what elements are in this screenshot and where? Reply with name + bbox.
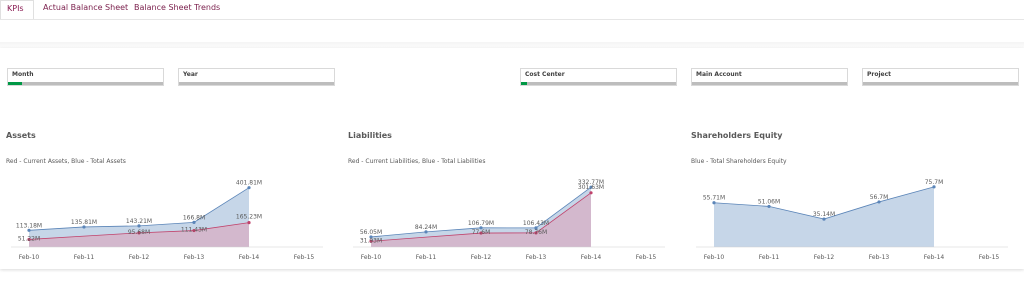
data-label: 75.7M (925, 179, 944, 186)
filter-selected-fill (8, 82, 22, 85)
x-tick-label: Feb-14 (581, 254, 602, 261)
equity-subtitle: Blue - Total Shareholders Equity (691, 158, 787, 165)
tab-kpis[interactable]: KPIs (0, 0, 34, 20)
data-label: 95.68M (128, 229, 150, 236)
x-tick-label: Feb-15 (979, 254, 1000, 261)
data-label: 111.43M (181, 227, 207, 234)
filter-label: Cost Center (525, 71, 565, 78)
x-tick-label: Feb-13 (869, 254, 890, 261)
filter-state-bar (179, 82, 334, 85)
x-tick-label: Feb-10 (361, 254, 382, 261)
filter-project[interactable]: Project (862, 68, 1019, 86)
x-tick-label: Feb-11 (74, 254, 95, 261)
filter-label: Main Account (696, 71, 742, 78)
filter-label: Year (183, 71, 198, 78)
liabilities-title: Liabilities (348, 131, 392, 140)
x-tick-label: Feb-13 (526, 254, 547, 261)
filter-selected-fill (521, 82, 528, 85)
data-label: 165.23M (236, 214, 262, 221)
filter-state-bar (8, 82, 163, 85)
sheet-tabs: KPIs Actual Balance Sheet Balance Sheet … (0, 0, 1024, 20)
tab-label: Actual Balance Sheet (43, 3, 129, 12)
x-tick-label: Feb-14 (239, 254, 260, 261)
data-label: 301.63M (578, 184, 604, 191)
assets-title: Assets (6, 131, 36, 140)
tab-balance-sheet-trends[interactable]: Balance Sheet Trends (128, 0, 226, 19)
filter-state-bar (863, 82, 1018, 85)
assets-subtitle: Red - Current Assets, Blue - Total Asset… (6, 158, 126, 165)
data-label: 84.24M (415, 224, 437, 231)
filter-label: Month (12, 71, 34, 78)
x-tick-label: Feb-11 (759, 254, 780, 261)
data-point (247, 221, 251, 225)
filter-state-bar (692, 82, 847, 85)
x-tick-label: Feb-12 (814, 254, 835, 261)
data-label: 78.76M (525, 229, 547, 236)
data-label: 35.14M (813, 211, 835, 218)
data-label: 51.06M (758, 198, 780, 205)
x-tick-label: Feb-15 (294, 254, 315, 261)
data-label: 166.8M (183, 214, 205, 221)
x-tick-label: Feb-15 (636, 254, 657, 261)
x-tick-label: Feb-14 (924, 254, 945, 261)
tabs-divider (0, 19, 1024, 20)
filter-state-bar (521, 82, 676, 85)
data-label: 51.22M (18, 235, 40, 242)
data-point (589, 191, 593, 195)
liabilities-chart[interactable]: 56.05M84.24M106.79M 106.43M332.77M31.93M7… (347, 172, 672, 264)
data-label: 55.71M (703, 195, 725, 202)
filter-month[interactable]: Month (7, 68, 164, 86)
data-label: 106.43M (523, 220, 549, 227)
filter-year[interactable]: Year (178, 68, 335, 86)
data-label: 56.7M (870, 194, 889, 201)
x-tick-label: Feb-13 (184, 254, 205, 261)
tab-label: Balance Sheet Trends (134, 3, 221, 12)
tab-label: KPIs (7, 4, 24, 13)
x-tick-label: Feb-12 (129, 254, 150, 261)
x-tick-label: Feb-10 (704, 254, 725, 261)
filter-main-account[interactable]: Main Account (691, 68, 848, 86)
data-label: 31.93M (360, 237, 382, 244)
data-label: 401.81M (236, 180, 262, 187)
x-tick-label: Feb-12 (471, 254, 492, 261)
tab-actual-balance-sheet[interactable]: Actual Balance Sheet (37, 0, 134, 19)
x-tick-label: Feb-10 (19, 254, 40, 261)
data-label: 113.18M (16, 222, 42, 229)
assets-chart[interactable]: 113.18M 135.81M 143.21M 166.8M 401.81M 51.22M… (5, 172, 330, 264)
x-tick-label: Feb-11 (416, 254, 437, 261)
data-label: 56.05M (360, 229, 382, 236)
equity-title: Shareholders Equity (691, 131, 783, 140)
data-label: 135.81M (71, 219, 97, 226)
data-label: 106.79M (468, 220, 494, 227)
data-label: 77.6M (472, 229, 491, 236)
data-label: 143.21M (126, 218, 152, 225)
liabilities-subtitle: Red - Current Liabilities, Blue - Total … (348, 158, 486, 165)
equity-chart[interactable]: 55.71M 51.06M 35.14M 56.7M 75.7M Feb-10 Feb-11… (690, 172, 1015, 264)
filter-cost-center[interactable]: Cost Center (520, 68, 677, 86)
filter-label: Project (867, 71, 892, 78)
